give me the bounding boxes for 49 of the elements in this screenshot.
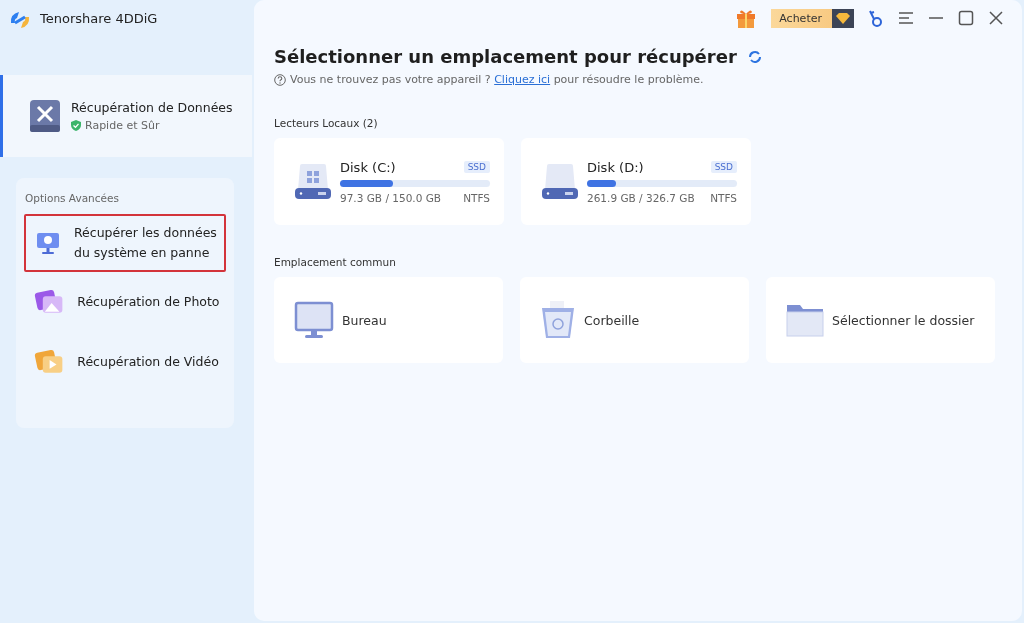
sidebar-option[interactable]: Récupération de Photo (24, 272, 226, 332)
drive-card[interactable]: Disk (D:) SSD 261.9 GB / 326.7 GB NTFS (521, 138, 751, 225)
data-recovery-item[interactable]: Récupération de Données Rapide et Sûr (0, 75, 252, 157)
sidebar-option[interactable]: Récupérer les données du système en panne (24, 214, 226, 272)
location-card[interactable]: Bureau (274, 277, 503, 363)
option-label: Récupérer les données du système en panne (74, 224, 218, 262)
drive-name: Disk (C:) (340, 159, 396, 175)
hint-text: Vous ne trouvez pas votre appareil ? Cliquez ici pour résoudre le problème. (290, 73, 704, 86)
location-card[interactable]: Corbeille (520, 277, 749, 363)
location-card[interactable]: Sélectionner le dossier (766, 277, 995, 363)
location-label: Corbeille (584, 312, 640, 328)
windows-drive-icon (294, 161, 332, 202)
location-label: Bureau (342, 312, 387, 328)
option-label: Récupération de Vidéo (77, 353, 220, 371)
maximize-icon[interactable] (958, 10, 974, 26)
refresh-icon[interactable] (746, 48, 763, 65)
shield-check-icon (71, 120, 81, 131)
diamond-icon (836, 12, 850, 24)
drive-name: Disk (D:) (587, 159, 644, 175)
drive-type-tag: SSD (463, 161, 490, 173)
option-label: Récupération de Photo (77, 293, 221, 311)
drive-type-tag: SSD (710, 161, 737, 173)
location-label: Sélectionner le dossier (832, 312, 975, 328)
section-title: Lecteurs Locaux (2) (274, 117, 379, 129)
trash-icon (540, 300, 576, 340)
drive-usage: 261.9 GB / 326.7 GB (587, 191, 695, 204)
monitor-icon (294, 300, 334, 340)
logo-icon (8, 9, 32, 31)
page-title: Sélectionner un emplacement pour récupérer (274, 46, 737, 67)
buy-button[interactable]: Acheter (771, 8, 854, 28)
gift-icon[interactable] (735, 7, 758, 29)
drive-usage: 97.3 GB / 150.0 GB (340, 191, 441, 204)
menu-icon[interactable] (898, 11, 914, 25)
app-title: Tenorshare 4DDiG (40, 11, 158, 26)
drive-card[interactable]: Disk (C:) SSD 97.3 GB / 150.0 GB NTFS (274, 138, 504, 225)
file-system: NTFS (463, 191, 490, 204)
file-system: NTFS (710, 191, 737, 204)
close-icon[interactable] (988, 10, 1004, 26)
item-subtitle: Rapide et Sûr (71, 119, 233, 132)
sidebar-option[interactable]: Récupération de Vidéo (24, 332, 226, 392)
help-icon (274, 73, 286, 86)
help-link[interactable]: Cliquez ici (494, 73, 551, 86)
item-title: Récupération de Données (71, 100, 233, 115)
drive-icon (541, 161, 579, 202)
key-icon[interactable] (868, 8, 884, 28)
tools-drive-icon (29, 99, 61, 133)
folder-icon (786, 302, 824, 338)
section-title: Options Avancées (25, 192, 120, 204)
section-title: Emplacement commun (274, 256, 397, 268)
